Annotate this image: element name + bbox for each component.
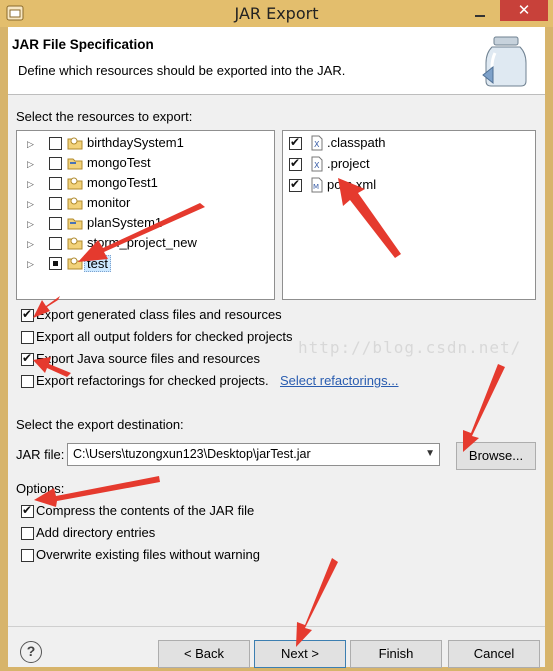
svg-text:M: M bbox=[313, 183, 319, 191]
tree-checkbox[interactable] bbox=[49, 157, 62, 170]
java-project-icon bbox=[67, 237, 83, 250]
overwrite-checkbox[interactable] bbox=[21, 549, 34, 562]
folder-project-icon bbox=[67, 218, 83, 230]
expand-arrow-icon[interactable]: ▷ bbox=[27, 178, 37, 190]
java-project-icon bbox=[67, 257, 83, 270]
destination-label: Select the export destination: bbox=[16, 417, 184, 432]
export-generated-class-checkbox[interactable] bbox=[21, 307, 34, 322]
watermark-text: http://blog.csdn.net/ bbox=[298, 338, 522, 357]
options-label: Options: bbox=[16, 481, 65, 496]
tree-checkbox[interactable] bbox=[49, 137, 62, 150]
file-list[interactable]: X .classpath X .project M pom.xml bbox=[282, 130, 536, 300]
chevron-down-icon[interactable]: ▼ bbox=[425, 448, 435, 459]
file-checkbox[interactable] bbox=[289, 135, 302, 150]
java-project-icon bbox=[67, 137, 83, 150]
maven-file-icon: M bbox=[311, 177, 323, 193]
compress-checkbox[interactable] bbox=[21, 503, 34, 518]
directory-entries-checkbox[interactable] bbox=[21, 527, 34, 540]
finish-button[interactable]: Finish bbox=[350, 640, 442, 668]
button-separator bbox=[8, 626, 545, 627]
next-button[interactable]: Next > bbox=[254, 640, 346, 668]
jar-file-label: JAR file: bbox=[16, 447, 65, 462]
expand-arrow-icon[interactable]: ▷ bbox=[27, 158, 37, 170]
project-tree[interactable]: ▷ birthdaySystem1 ▷ mongoTest ▷ mongoTes… bbox=[16, 130, 275, 300]
svg-text:X: X bbox=[314, 140, 320, 149]
cancel-button[interactable]: Cancel bbox=[448, 640, 540, 668]
xml-file-icon: X bbox=[311, 135, 323, 151]
select-refactorings-link[interactable]: Select refactorings... bbox=[280, 373, 399, 388]
jar-icon bbox=[482, 36, 527, 87]
back-button[interactable]: < Back bbox=[158, 640, 250, 668]
export-output-folders-checkbox[interactable] bbox=[21, 331, 34, 344]
resources-label: Select the resources to export: bbox=[16, 109, 193, 124]
browse-button[interactable]: Browse... bbox=[456, 442, 536, 470]
help-icon[interactable]: ? bbox=[20, 641, 42, 663]
xml-file-icon: X bbox=[311, 156, 323, 172]
tree-checkbox[interactable] bbox=[49, 257, 62, 270]
title-bar[interactable]: JAR Export ✕ bbox=[0, 0, 553, 27]
tree-checkbox[interactable] bbox=[49, 197, 62, 210]
page-description: Define which resources should be exporte… bbox=[18, 63, 346, 78]
selected-item-label: test bbox=[84, 255, 111, 272]
page-title: JAR File Specification bbox=[12, 37, 154, 52]
expand-arrow-icon[interactable]: ▷ bbox=[27, 238, 37, 250]
java-project-icon bbox=[67, 177, 83, 190]
tree-checkbox[interactable] bbox=[49, 237, 62, 250]
file-checkbox[interactable] bbox=[289, 177, 302, 192]
minimize-button[interactable] bbox=[468, 2, 492, 22]
tree-checkbox[interactable] bbox=[49, 177, 62, 190]
close-button[interactable]: ✕ bbox=[500, 0, 548, 21]
export-java-source-checkbox[interactable] bbox=[21, 351, 34, 366]
file-checkbox[interactable] bbox=[289, 156, 302, 171]
expand-arrow-icon[interactable]: ▷ bbox=[27, 198, 37, 210]
dialog-body: JAR File Specification Define which reso… bbox=[8, 27, 545, 668]
jar-export-window: JAR Export ✕ JAR File Specification Defi… bbox=[0, 0, 553, 671]
export-refactorings-checkbox[interactable] bbox=[21, 375, 34, 388]
expand-arrow-icon[interactable]: ▷ bbox=[27, 138, 37, 150]
folder-project-icon bbox=[67, 158, 83, 170]
svg-text:X: X bbox=[314, 161, 320, 170]
tree-checkbox[interactable] bbox=[49, 217, 62, 230]
dialog-header: JAR File Specification Define which reso… bbox=[8, 27, 545, 95]
jar-path-value: C:\Users\tuzongxun123\Desktop\jarTest.ja… bbox=[73, 447, 311, 461]
jar-file-combo[interactable]: C:\Users\tuzongxun123\Desktop\jarTest.ja… bbox=[67, 443, 440, 466]
java-project-icon bbox=[67, 197, 83, 210]
expand-arrow-icon[interactable]: ▷ bbox=[27, 258, 37, 270]
expand-arrow-icon[interactable]: ▷ bbox=[27, 218, 37, 230]
